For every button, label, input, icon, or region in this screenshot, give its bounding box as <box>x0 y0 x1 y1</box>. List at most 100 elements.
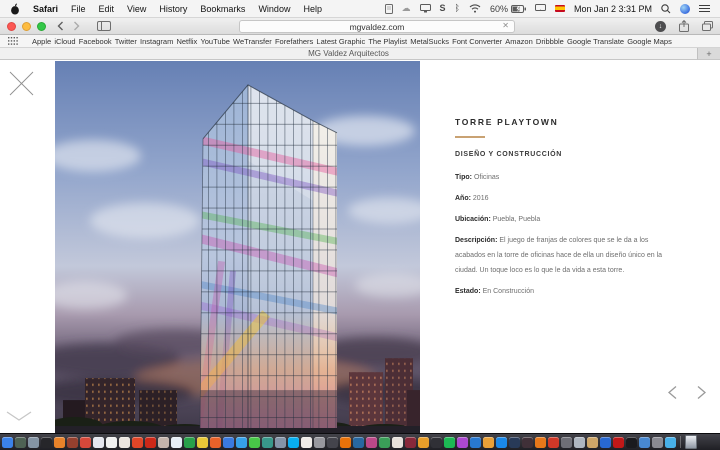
dock-app-icon[interactable] <box>67 437 78 448</box>
bookmark-amazon[interactable]: Amazon <box>505 37 533 46</box>
dock-app-icon[interactable] <box>405 437 416 448</box>
forward-button[interactable] <box>73 21 80 31</box>
dock-app-icon[interactable] <box>327 437 338 448</box>
menu-item-view[interactable]: View <box>127 4 146 14</box>
dock-app-icon[interactable] <box>288 437 299 448</box>
downloads-button[interactable]: ↓ <box>655 21 666 32</box>
input-language-flag-icon[interactable] <box>555 5 565 12</box>
bookmark-apple[interactable]: Apple <box>32 37 51 46</box>
s-status-icon[interactable]: S <box>440 4 446 13</box>
document-status-icon[interactable] <box>385 4 393 14</box>
sidebar-toggle-icon[interactable] <box>97 21 111 31</box>
tab-mg-valdez[interactable]: MG Valdez Arquitectos <box>0 48 698 60</box>
dock-app-icon[interactable] <box>314 437 325 448</box>
dock-app-icon[interactable] <box>574 437 585 448</box>
bookmark-forefathers[interactable]: Forefathers <box>275 37 313 46</box>
dock-app-icon[interactable] <box>106 437 117 448</box>
trash-icon[interactable] <box>685 435 697 449</box>
bookmark-instagram[interactable]: Instagram <box>140 37 173 46</box>
dock-app-icon[interactable] <box>2 437 13 448</box>
stop-loading-icon[interactable]: ✕ <box>502 22 509 30</box>
notification-center-icon[interactable] <box>699 4 710 13</box>
dock-app-icon[interactable] <box>639 437 650 448</box>
lightbox-close-icon[interactable] <box>9 71 34 96</box>
dock-app-icon[interactable] <box>535 437 546 448</box>
dock-app-icon[interactable] <box>184 437 195 448</box>
dock-app-icon[interactable] <box>275 437 286 448</box>
spotlight-search-icon[interactable] <box>661 4 671 14</box>
cloud-status-icon[interactable]: ☁ <box>402 4 411 13</box>
dock-app-icon[interactable] <box>431 437 442 448</box>
dock-app-icon[interactable] <box>54 437 65 448</box>
menu-item-window[interactable]: Window <box>258 4 290 14</box>
dock-app-icon[interactable] <box>444 437 455 448</box>
dock-app-icon[interactable] <box>509 437 520 448</box>
menu-item-edit[interactable]: Edit <box>99 4 115 14</box>
bookmark-latest-graphic[interactable]: Latest Graphic <box>316 37 365 46</box>
back-button[interactable] <box>57 21 64 31</box>
dock-app-icon[interactable] <box>210 437 221 448</box>
menu-item-help[interactable]: Help <box>303 4 322 14</box>
battery-indicator[interactable]: 60% <box>490 4 526 14</box>
menu-bar-clock[interactable]: Mon Jan 2 3:31 PM <box>574 4 652 14</box>
bookmark-metalsucks[interactable]: MetalSucks <box>410 37 449 46</box>
zoom-window-button[interactable] <box>37 22 46 31</box>
bookmark-netflix[interactable]: Netflix <box>176 37 197 46</box>
menu-item-safari[interactable]: Safari <box>33 4 58 14</box>
displays-status-icon[interactable] <box>420 4 431 13</box>
dock-app-icon[interactable] <box>366 437 377 448</box>
close-window-button[interactable] <box>7 22 16 31</box>
address-bar[interactable]: mgvaldez.com ✕ <box>239 20 515 33</box>
dock-app-icon[interactable] <box>418 437 429 448</box>
dock-app-icon[interactable] <box>249 437 260 448</box>
dock-app-icon[interactable] <box>392 437 403 448</box>
dock-app-icon[interactable] <box>223 437 234 448</box>
dock-app-icon[interactable] <box>379 437 390 448</box>
dock-app-icon[interactable] <box>119 437 130 448</box>
dock-app-icon[interactable] <box>353 437 364 448</box>
dock-app-icon[interactable] <box>41 437 52 448</box>
bookmark-icloud[interactable]: iCloud <box>54 37 75 46</box>
dock-app-icon[interactable] <box>197 437 208 448</box>
bookmark-youtube[interactable]: YouTube <box>200 37 229 46</box>
bookmarks-grid-icon[interactable] <box>8 37 18 45</box>
dock-app-icon[interactable] <box>470 437 481 448</box>
bookmark-wetransfer[interactable]: WeTransfer <box>233 37 272 46</box>
dock-app-icon[interactable] <box>15 437 26 448</box>
dock-app-icon[interactable] <box>340 437 351 448</box>
new-tab-button[interactable]: + <box>698 48 720 60</box>
minimize-window-button[interactable] <box>22 22 31 31</box>
dock-app-icon[interactable] <box>80 437 91 448</box>
dock-app-icon[interactable] <box>483 437 494 448</box>
previous-project-arrow-icon[interactable] <box>667 385 678 400</box>
dock-app-icon[interactable] <box>548 437 559 448</box>
dock-app-icon[interactable] <box>496 437 507 448</box>
bookmark-google-maps[interactable]: Google Maps <box>627 37 672 46</box>
dock-app-icon[interactable] <box>301 437 312 448</box>
dock-app-icon[interactable] <box>600 437 611 448</box>
bookmark-twitter[interactable]: Twitter <box>115 37 137 46</box>
bookmark-google-translate[interactable]: Google Translate <box>567 37 624 46</box>
menu-item-bookmarks[interactable]: Bookmarks <box>200 4 245 14</box>
tab-overview-icon[interactable] <box>702 21 713 31</box>
mirroring-status-icon[interactable] <box>535 4 546 13</box>
dock-app-icon[interactable] <box>236 437 247 448</box>
next-project-arrow-icon[interactable] <box>696 385 707 400</box>
wifi-icon[interactable] <box>469 4 481 13</box>
dock-app-icon[interactable] <box>132 437 143 448</box>
dock-app-icon[interactable] <box>145 437 156 448</box>
dock-app-icon[interactable] <box>158 437 169 448</box>
bookmark-the-playlist[interactable]: The Playlist <box>368 37 407 46</box>
bluetooth-icon[interactable]: ᛒ <box>455 4 460 13</box>
apple-menu-icon[interactable] <box>10 3 20 15</box>
share-icon[interactable] <box>679 20 689 32</box>
dock-app-icon[interactable] <box>93 437 104 448</box>
bookmark-dribbble[interactable]: Dribbble <box>536 37 564 46</box>
scroll-down-chevron-icon[interactable] <box>6 411 32 422</box>
siri-icon[interactable] <box>680 4 690 14</box>
dock-app-icon[interactable] <box>561 437 572 448</box>
menu-item-file[interactable]: File <box>71 4 86 14</box>
dock-app-icon[interactable] <box>613 437 624 448</box>
dock-app-icon[interactable] <box>587 437 598 448</box>
dock-app-icon[interactable] <box>665 437 676 448</box>
